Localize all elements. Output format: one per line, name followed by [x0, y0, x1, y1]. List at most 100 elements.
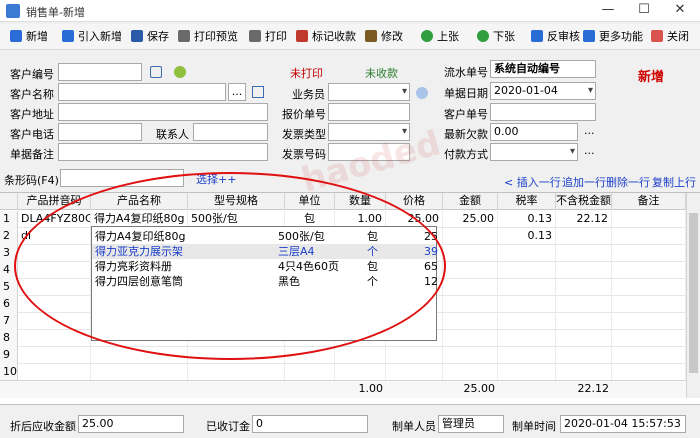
- table-cell[interactable]: [498, 313, 556, 330]
- table-cell[interactable]: 22.12: [556, 211, 612, 228]
- next-button[interactable]: 下张: [477, 27, 515, 47]
- table-cell[interactable]: [443, 228, 498, 245]
- doc-date-picker[interactable]: 2020-01-04: [490, 82, 596, 100]
- column-header[interactable]: 备注: [612, 193, 686, 210]
- table-cell[interactable]: [612, 347, 686, 364]
- suggestion-item[interactable]: 得力亚克力展示架 三层A4 个 39: [92, 244, 438, 259]
- suggestion-item[interactable]: 得力A4复印纸80g 500张/包 包 25: [92, 229, 438, 244]
- table-cell[interactable]: [18, 364, 91, 381]
- print-button[interactable]: 打印: [249, 27, 287, 47]
- append-row-link[interactable]: 追加一行: [562, 174, 606, 190]
- table-cell[interactable]: [612, 313, 686, 330]
- customer-address-input[interactable]: [58, 103, 268, 121]
- table-cell[interactable]: [386, 364, 443, 381]
- table-cell[interactable]: [612, 262, 686, 279]
- table-cell[interactable]: [188, 347, 285, 364]
- table-cell[interactable]: [91, 347, 188, 364]
- table-cell[interactable]: [443, 279, 498, 296]
- column-header[interactable]: 不含税金额: [556, 193, 612, 210]
- table-cell[interactable]: [18, 296, 91, 313]
- scrollbar-thumb[interactable]: [689, 213, 698, 373]
- table-cell[interactable]: [443, 364, 498, 381]
- customer-order-input[interactable]: [490, 103, 596, 121]
- barcode-input[interactable]: [60, 169, 184, 187]
- deposit-input[interactable]: 0: [252, 415, 368, 433]
- table-cell[interactable]: [498, 347, 556, 364]
- table-cell[interactable]: [556, 228, 612, 245]
- maximize-button[interactable]: ☐: [626, 0, 662, 22]
- table-cell[interactable]: [498, 262, 556, 279]
- table-cell[interactable]: [443, 347, 498, 364]
- eraser-icon[interactable]: [416, 87, 428, 99]
- table-cell[interactable]: [612, 245, 686, 262]
- column-header[interactable]: 单位: [285, 193, 335, 210]
- customer-picker-button[interactable]: ...: [228, 83, 246, 101]
- insert-row-link[interactable]: < 插入一行: [504, 174, 561, 190]
- table-cell[interactable]: [556, 330, 612, 347]
- table-cell[interactable]: DLA4FYZ80G: [18, 211, 91, 228]
- customer-code-input[interactable]: [58, 63, 142, 81]
- customer-phone-input[interactable]: [58, 123, 142, 141]
- table-cell[interactable]: [556, 245, 612, 262]
- table-cell[interactable]: [556, 296, 612, 313]
- minimize-button[interactable]: —: [590, 0, 626, 22]
- table-cell[interactable]: 0.13: [498, 228, 556, 245]
- customer-card-icon[interactable]: [252, 86, 264, 98]
- grid-scrollbar[interactable]: [686, 193, 700, 398]
- receivable-input[interactable]: 25.00: [78, 415, 184, 433]
- more-button[interactable]: 更多功能: [583, 27, 643, 47]
- edit-button[interactable]: 修改: [365, 27, 403, 47]
- table-cell[interactable]: [335, 347, 386, 364]
- table-cell[interactable]: [556, 279, 612, 296]
- table-cell[interactable]: [443, 262, 498, 279]
- table-cell[interactable]: [18, 330, 91, 347]
- new-button[interactable]: 新增: [10, 27, 48, 47]
- table-cell[interactable]: [498, 279, 556, 296]
- column-header[interactable]: 产品名称: [91, 193, 188, 210]
- table-cell[interactable]: [188, 364, 285, 381]
- table-cell[interactable]: [386, 347, 443, 364]
- table-cell[interactable]: 0.13: [498, 211, 556, 228]
- unaudit-button[interactable]: 反审核: [531, 27, 580, 47]
- table-cell[interactable]: [443, 245, 498, 262]
- pay-method-more-button[interactable]: ...: [584, 144, 595, 157]
- pay-method-select[interactable]: [490, 143, 578, 161]
- table-cell[interactable]: dl: [18, 228, 91, 245]
- contact-input[interactable]: [193, 123, 268, 141]
- save-button[interactable]: 保存: [131, 27, 169, 47]
- print-preview-button[interactable]: 打印预览: [178, 27, 238, 47]
- table-cell[interactable]: [612, 330, 686, 347]
- table-cell[interactable]: [556, 313, 612, 330]
- table-row[interactable]: 9: [0, 347, 686, 364]
- invoice-no-input[interactable]: [328, 143, 410, 161]
- select-plus-link[interactable]: 选择++: [196, 171, 236, 187]
- debt-more-button[interactable]: ...: [584, 124, 595, 137]
- table-cell[interactable]: [443, 330, 498, 347]
- prev-button[interactable]: 上张: [421, 27, 459, 47]
- table-cell[interactable]: [612, 211, 686, 228]
- delete-row-link[interactable]: 删除一行: [606, 174, 650, 190]
- table-cell[interactable]: [612, 228, 686, 245]
- close-button[interactable]: 关闭: [651, 27, 689, 47]
- search-icon[interactable]: [150, 66, 162, 78]
- table-cell[interactable]: [556, 262, 612, 279]
- table-cell[interactable]: [285, 347, 335, 364]
- suggestion-item[interactable]: 得力四层创意笔筒 黑色 个 12: [92, 274, 438, 289]
- table-cell[interactable]: [91, 364, 188, 381]
- table-cell[interactable]: [498, 296, 556, 313]
- table-cell[interactable]: [443, 296, 498, 313]
- column-header[interactable]: 税率: [498, 193, 556, 210]
- suggestion-item[interactable]: 得力亮彩资料册 4只4色60页 包 65: [92, 259, 438, 274]
- customer-name-input[interactable]: [58, 83, 226, 101]
- import-add-button[interactable]: 引入新增: [62, 27, 122, 47]
- window-close-button[interactable]: ✕: [662, 0, 698, 22]
- table-cell[interactable]: [612, 364, 686, 381]
- table-cell[interactable]: [18, 245, 91, 262]
- table-cell[interactable]: [556, 347, 612, 364]
- table-cell[interactable]: [18, 347, 91, 364]
- table-cell[interactable]: [18, 313, 91, 330]
- table-cell[interactable]: 25.00: [443, 211, 498, 228]
- table-cell[interactable]: [443, 313, 498, 330]
- column-header[interactable]: 金额: [443, 193, 498, 210]
- table-cell[interactable]: [612, 296, 686, 313]
